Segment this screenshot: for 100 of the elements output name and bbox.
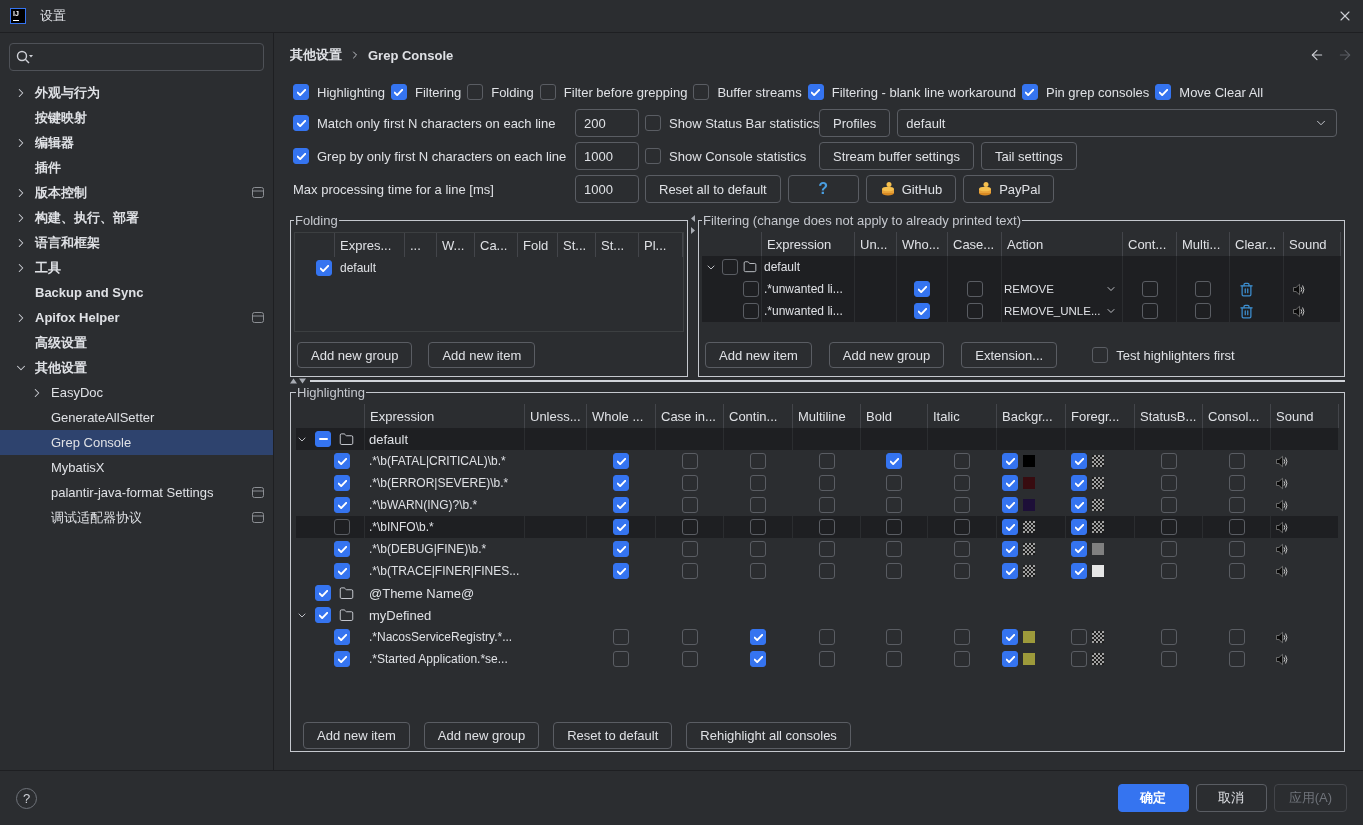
checkbox[interactable]	[818, 629, 835, 645]
checkbox[interactable]	[914, 303, 930, 319]
speaker-icon[interactable]	[1276, 542, 1288, 556]
number-field[interactable]: 1000	[575, 175, 639, 203]
checkbox[interactable]	[1160, 563, 1177, 579]
checker-swatch-icon[interactable]	[1092, 499, 1104, 511]
settings-button[interactable]: Stream buffer settings	[819, 142, 974, 170]
checkbox[interactable]	[681, 651, 698, 667]
checkbox[interactable]	[1092, 347, 1109, 363]
sidebar-item[interactable]: 按键映射	[0, 105, 273, 130]
sidebar-item[interactable]: 调试适配器协议	[0, 505, 273, 530]
reset-button[interactable]: Reset all to default	[645, 175, 781, 203]
checkbox[interactable]	[818, 651, 835, 667]
checkbox[interactable]	[954, 497, 970, 513]
checkbox[interactable]	[1002, 541, 1018, 557]
panel-button[interactable]: Extension...	[961, 342, 1058, 368]
checkbox[interactable]	[818, 453, 835, 469]
dialog-button[interactable]: 取消	[1195, 784, 1267, 812]
checker-swatch-icon[interactable]	[1092, 631, 1104, 643]
checkbox[interactable]	[1002, 453, 1018, 469]
trash-icon[interactable]	[1239, 281, 1254, 297]
checkbox[interactable]	[613, 651, 629, 667]
checkbox[interactable]	[1228, 651, 1245, 667]
column-header[interactable]: Ca...	[475, 233, 518, 257]
checkbox[interactable]	[1195, 281, 1211, 297]
panel-button[interactable]: Add new item	[303, 722, 410, 749]
checkbox[interactable]	[1002, 629, 1018, 645]
color-swatch-icon[interactable]	[1023, 631, 1035, 643]
checkbox[interactable]	[750, 453, 766, 469]
checkbox[interactable]	[1002, 651, 1018, 667]
speaker-icon[interactable]	[1276, 630, 1288, 644]
sidebar-item[interactable]: 语言和框架	[0, 230, 273, 255]
checkbox[interactable]	[613, 541, 629, 557]
checkbox[interactable]	[681, 629, 698, 645]
checkbox[interactable]	[613, 563, 629, 579]
checkbox[interactable]	[1160, 453, 1177, 469]
checkbox[interactable]	[681, 453, 698, 469]
checkbox[interactable]	[613, 453, 629, 469]
checkbox[interactable]	[1228, 541, 1245, 557]
checkbox[interactable]	[681, 497, 698, 513]
sidebar-item[interactable]: 外观与行为	[0, 80, 273, 105]
checkbox[interactable]	[1160, 651, 1177, 667]
checkbox[interactable]	[954, 453, 970, 469]
settings-button[interactable]: Tail settings	[980, 142, 1077, 170]
checkbox[interactable]	[818, 475, 835, 491]
checkbox[interactable]	[954, 475, 970, 491]
checkbox[interactable]	[1071, 629, 1087, 645]
sidebar-item[interactable]: MybatisX	[0, 455, 273, 480]
checker-swatch-icon[interactable]	[1092, 477, 1104, 489]
checkbox[interactable]	[1141, 281, 1158, 297]
checkbox[interactable]	[807, 84, 824, 100]
number-field[interactable]: 1000	[575, 142, 639, 170]
speaker-icon[interactable]	[1276, 454, 1288, 468]
checkbox[interactable]	[645, 115, 661, 131]
checkbox[interactable]	[886, 497, 902, 513]
checkbox[interactable]	[613, 519, 629, 535]
sidebar-item[interactable]: 工具	[0, 255, 273, 280]
checkbox[interactable]	[681, 563, 698, 579]
checkbox[interactable]	[750, 563, 766, 579]
sidebar-item[interactable]: palantir-java-format Settings	[0, 480, 273, 505]
checker-swatch-icon[interactable]	[1023, 543, 1035, 555]
speaker-icon[interactable]	[1276, 520, 1288, 534]
panel-button[interactable]: Add new item	[705, 342, 812, 368]
checkbox[interactable]	[818, 563, 835, 579]
help-button[interactable]: ?	[787, 175, 859, 203]
checkbox[interactable]	[334, 519, 350, 535]
column-header[interactable]: Expres...	[335, 233, 405, 257]
checker-swatch-icon[interactable]	[1023, 565, 1035, 577]
speaker-icon[interactable]	[1276, 564, 1288, 578]
checkbox[interactable]	[1002, 475, 1018, 491]
checkbox[interactable]	[914, 281, 930, 297]
checkbox[interactable]	[1160, 497, 1177, 513]
number-field[interactable]: 200	[575, 109, 639, 137]
checkbox[interactable]	[681, 541, 698, 557]
color-swatch-icon[interactable]	[1023, 455, 1035, 467]
panel-button[interactable]: Reset to default	[553, 722, 673, 749]
breadcrumb-item[interactable]: 其他设置	[290, 46, 342, 64]
checkbox[interactable]	[693, 84, 710, 100]
sidebar-item[interactable]: GenerateAllSetter	[0, 405, 273, 430]
checkbox[interactable]	[1155, 84, 1172, 100]
donate-button[interactable]: PayPal	[963, 175, 1055, 203]
checkbox[interactable]	[818, 519, 835, 535]
speaker-icon[interactable]	[1293, 304, 1305, 318]
checkbox[interactable]	[1071, 519, 1087, 535]
checkbox[interactable]	[886, 629, 902, 645]
checkbox[interactable]	[334, 563, 350, 579]
checkbox[interactable]	[316, 260, 332, 276]
checkbox[interactable]	[886, 519, 902, 535]
checkbox[interactable]	[750, 497, 766, 513]
donate-button[interactable]: GitHub	[865, 175, 957, 203]
search-icon[interactable]	[16, 50, 34, 64]
checkbox[interactable]	[1160, 629, 1177, 645]
checkbox[interactable]	[390, 84, 407, 100]
speaker-icon[interactable]	[1293, 282, 1305, 296]
sidebar-item[interactable]: 其他设置	[0, 355, 273, 380]
checkbox[interactable]	[966, 303, 983, 319]
checkbox[interactable]	[886, 453, 902, 469]
sidebar-item[interactable]: 构建、执行、部署	[0, 205, 273, 230]
checkbox[interactable]	[743, 303, 759, 319]
checkbox[interactable]	[886, 651, 902, 667]
